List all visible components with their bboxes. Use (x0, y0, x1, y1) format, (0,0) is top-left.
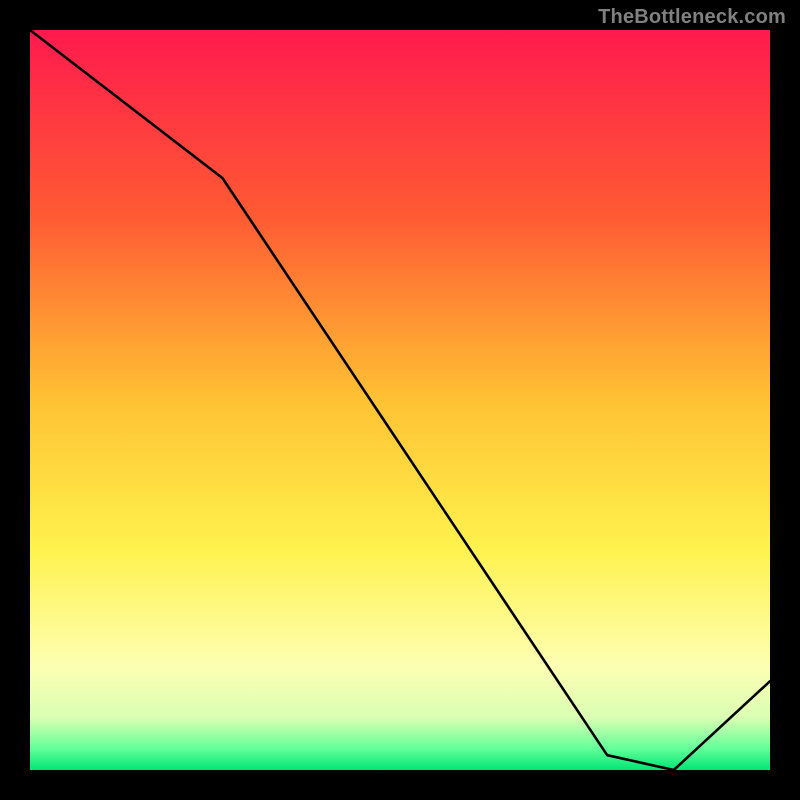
watermark-text: TheBottleneck.com (598, 6, 786, 29)
plot-area (30, 30, 770, 770)
chart-frame: TheBottleneck.com (0, 0, 800, 800)
gradient-rect (30, 30, 770, 770)
chart-svg (30, 30, 770, 770)
